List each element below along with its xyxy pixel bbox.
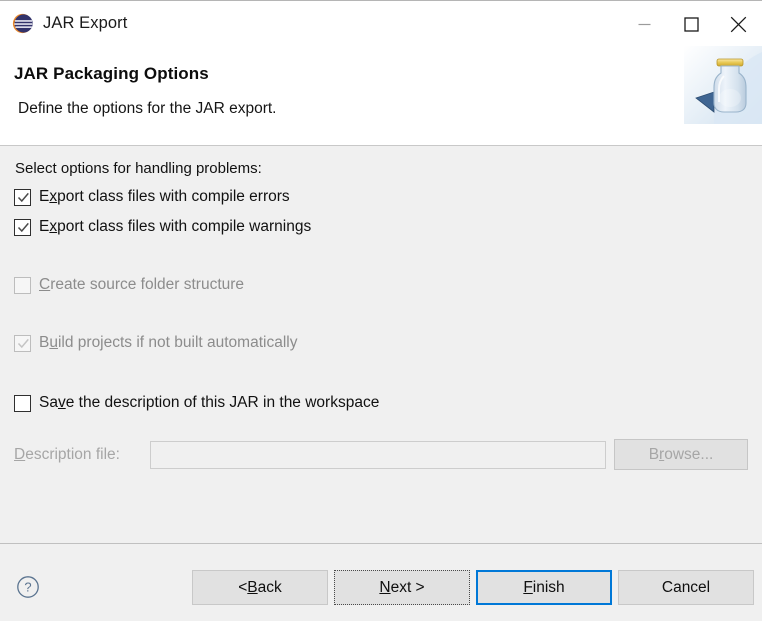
page-description: Define the options for the JAR export. [18,100,748,118]
check-mark-icon [16,336,31,351]
mnemonic-char: C [39,276,50,293]
svg-text:?: ? [24,580,31,595]
label-part: E [39,218,49,235]
checkbox-label-build-projects-if-not-built-automatically: Build projects if not built automaticall… [39,334,297,352]
wizard-header: JAR Packaging Options Define the options… [0,46,762,146]
window-title: JAR Export [43,14,127,33]
dialog-footer: ? < Back Next > Finish Cancel [0,543,762,621]
checkbox-label-save-description: Save the description of this JAR in the … [39,394,379,412]
checkbox-label-export-compile-warnings: Export class files with compile warnings [39,218,311,236]
page-title: JAR Packaging Options [14,64,748,84]
checkbox-export-compile-errors[interactable] [14,189,31,206]
check-mark-icon [16,220,31,235]
checkbox-save-description[interactable] [14,395,31,412]
eclipse-logo-icon [12,13,33,34]
checkbox-row-export-compile-warnings[interactable]: Export class files with compile warnings [14,212,748,242]
mnemonic-char: F [523,579,532,597]
dialog-button-bar: < Back Next > Finish Cancel [192,570,754,605]
mnemonic-char: B [247,579,257,597]
label-part: port class files with compile errors [57,188,290,205]
label-part: ext > [391,579,425,597]
mnemonic-char: v [58,394,66,411]
label-part: < [238,579,247,597]
maximize-icon[interactable] [668,1,715,47]
checkbox-row-build-projects-if-not-built-automatically: Build projects if not built automaticall… [14,328,748,358]
browse-button[interactable]: Browse... [614,439,748,470]
next-button[interactable]: Next > [334,570,470,605]
label-part: Sa [39,394,58,411]
section-label: Select options for handling problems: [15,160,748,177]
checkbox-row-save-description[interactable]: Save the description of this JAR in the … [14,388,748,418]
mnemonic-char: N [379,579,390,597]
help-question-icon[interactable]: ? [16,575,40,599]
label-part: inish [533,579,565,597]
label-part: Cancel [662,579,710,597]
label-part: owse... [664,446,713,463]
title-bar: JAR Export [0,0,762,46]
mnemonic-char: u [49,334,58,351]
check-mark-icon [16,190,31,205]
mnemonic-char: x [49,188,57,205]
finish-button[interactable]: Finish [476,570,612,605]
checkbox-label-export-compile-errors: Export class files with compile errors [39,188,290,206]
back-button[interactable]: < Back [192,570,328,605]
description-file-input[interactable] [150,441,606,469]
description-file-label: Description file: [14,446,150,464]
label-part: B [39,334,49,351]
jar-export-banner-icon [684,46,762,124]
label-part: escription file: [25,446,120,463]
close-icon[interactable] [715,1,762,47]
label-part: e the description of this JAR in the wor… [66,394,380,411]
title-bar-left: JAR Export [0,13,127,34]
label-part: reate source folder structure [50,276,244,293]
checkbox-build-projects-if-not-built-automatically [14,335,31,352]
checkbox-row-create-source-folder-structure: Create source folder structure [14,270,748,300]
mnemonic-char: D [14,446,25,463]
window-controls [621,1,762,47]
checkbox-export-compile-warnings[interactable] [14,219,31,236]
checkbox-create-source-folder-structure [14,277,31,294]
description-file-row: Description file: Browse... [14,439,748,470]
minimize-icon[interactable] [621,1,668,47]
label-part: ild projects if not built automatically [58,334,298,351]
label-part: ack [258,579,282,597]
label-part: E [39,188,49,205]
options-panel: Select options for handling problems: Ex… [0,146,762,543]
checkbox-label-create-source-folder-structure: Create source folder structure [39,276,244,294]
cancel-button[interactable]: Cancel [618,570,754,605]
checkbox-row-export-compile-errors[interactable]: Export class files with compile errors [14,182,748,212]
label-part: port class files with compile warnings [57,218,311,235]
label-part: B [649,446,659,463]
mnemonic-char: x [49,218,57,235]
